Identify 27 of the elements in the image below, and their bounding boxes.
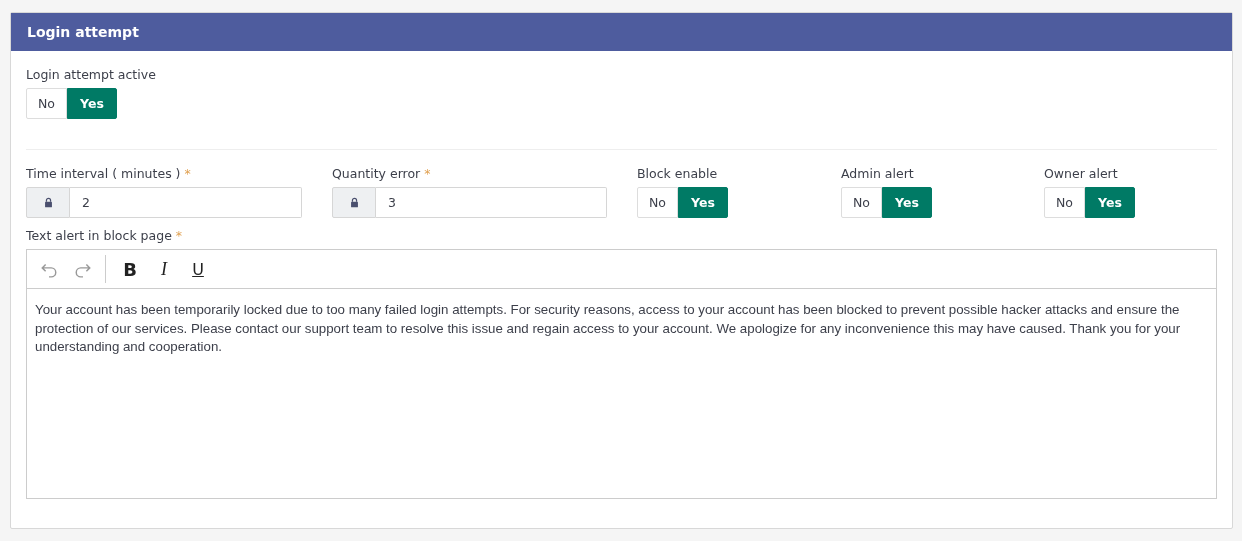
input-field[interactable]: 3: [376, 187, 607, 218]
lock-icon: [348, 197, 360, 208]
toggle-option[interactable]: Yes: [67, 88, 117, 119]
required-mark: *: [184, 166, 191, 181]
panel-title: Login attempt: [27, 24, 139, 40]
lock-icon: [42, 197, 54, 208]
editor-text[interactable]: Your account has been temporarily locked due to too many failed login attempts. For security reasons, access to your account has been blocked to prevent possible hacker attacks and ensure the protection of our services. Please contact our support team to resolve this issue and regain access to your account. We apologize for any inconvenience this may have caused. Thank you for your understanding and cooperation.: [27, 289, 1216, 369]
field-label: Block enable: [637, 166, 718, 181]
field-label: Login attempt active: [26, 67, 156, 82]
field-label: Time interval ( minutes ): [26, 166, 181, 181]
input-field[interactable]: 2: [70, 187, 302, 218]
bold-button[interactable]: B: [114, 258, 146, 280]
field-label: Quantity error: [332, 166, 421, 181]
required-mark: *: [424, 166, 431, 181]
toggle-option[interactable]: No: [1044, 187, 1085, 218]
toggle-option[interactable]: Yes: [1085, 187, 1135, 218]
field-label: Text alert in block page: [26, 228, 172, 243]
italic-button[interactable]: I: [148, 258, 180, 280]
toggle-option[interactable]: Yes: [678, 187, 728, 218]
underline-button[interactable]: U: [182, 259, 214, 279]
field-label: Admin alert: [841, 166, 914, 181]
toggle-option[interactable]: Yes: [882, 187, 932, 218]
field-label: Owner alert: [1044, 166, 1118, 181]
toggle-option[interactable]: No: [637, 187, 678, 218]
toggle-option[interactable]: No: [841, 187, 882, 218]
toggle-option[interactable]: No: [26, 88, 67, 119]
required-mark: *: [175, 228, 183, 243]
